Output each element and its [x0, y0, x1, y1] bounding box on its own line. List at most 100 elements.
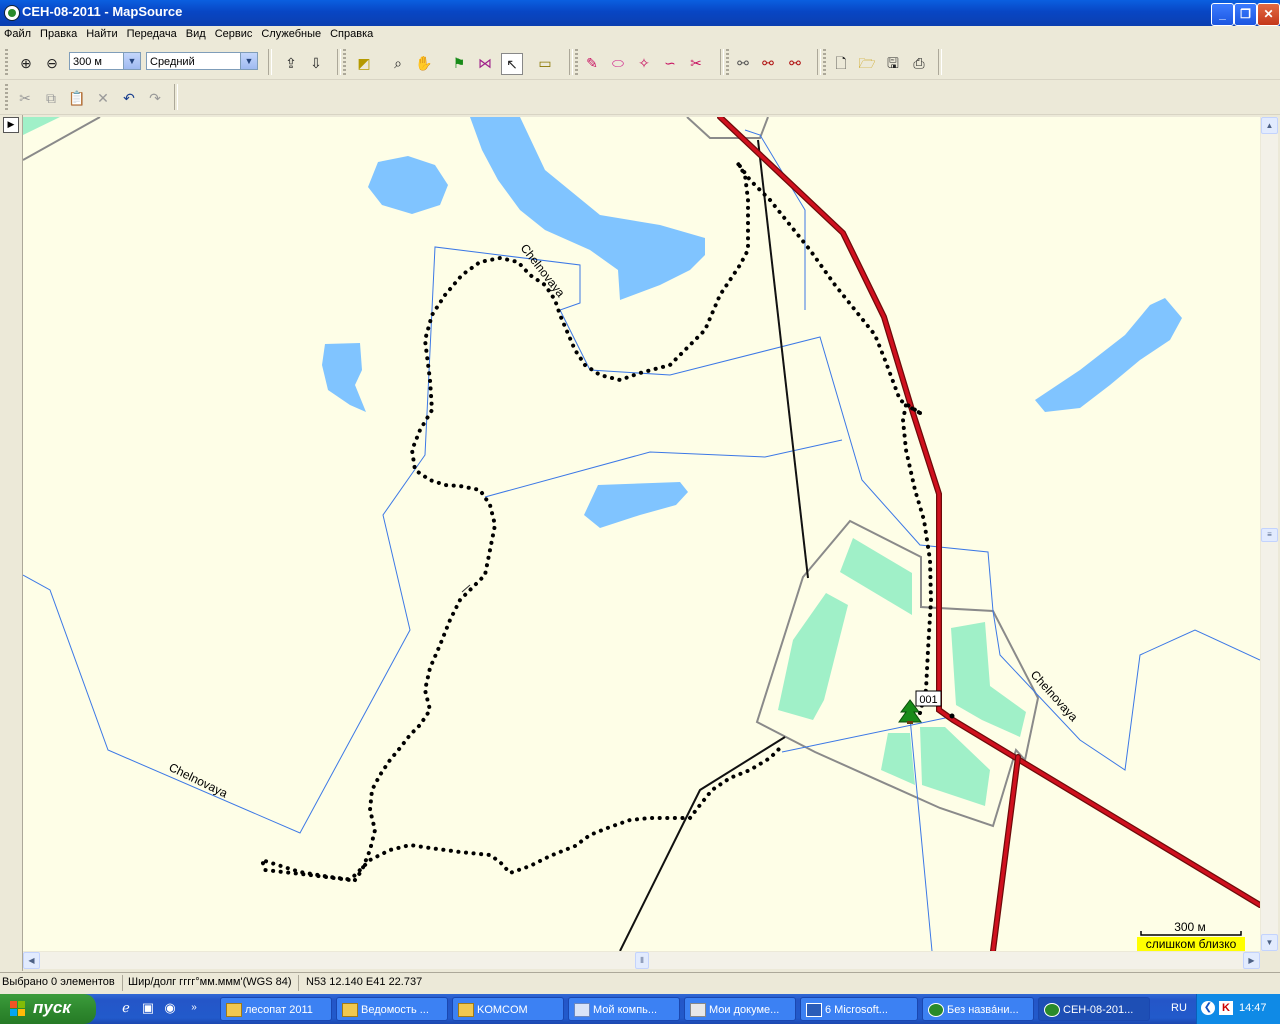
- globe-icon: [928, 1003, 944, 1017]
- zoom-out-icon[interactable]: ⊖: [42, 53, 62, 73]
- clock[interactable]: 14:47: [1239, 1002, 1267, 1014]
- print-icon[interactable]: ⎙: [909, 53, 929, 73]
- chevron-down-icon[interactable]: ▼: [123, 53, 140, 69]
- menu-edit[interactable]: Правка: [36, 26, 81, 42]
- find-address-icon[interactable]: ⚯: [785, 53, 805, 73]
- select-track-tool-icon[interactable]: ✧: [634, 53, 654, 73]
- horizontal-scrollbar[interactable]: ◀ ⦀ ▶: [23, 952, 1260, 969]
- redo-icon[interactable]: ↷: [145, 88, 165, 108]
- toolbar-separator: [720, 49, 724, 75]
- toolbar-separator: [938, 49, 942, 75]
- map-tool-icon[interactable]: ◩: [354, 53, 374, 73]
- undo-icon[interactable]: ↶: [119, 88, 139, 108]
- minimize-button[interactable]: _: [1211, 3, 1234, 26]
- taskbar-item-label: 6 Microsoft...: [825, 1004, 888, 1016]
- scroll-up-icon[interactable]: ▲: [1261, 117, 1278, 134]
- toolbar-separator: [337, 49, 341, 75]
- ie-icon[interactable]: ℯ: [118, 1000, 134, 1016]
- taskbar-item[interactable]: Мой компь...: [568, 997, 680, 1021]
- send-to-device-icon[interactable]: ⇩: [306, 53, 326, 73]
- zoom-in-icon[interactable]: ⊕: [16, 53, 36, 73]
- scroll-left-icon[interactable]: ◀: [23, 952, 40, 969]
- taskbar-item[interactable]: лесопат 2011: [220, 997, 332, 1021]
- eraser-tool-icon[interactable]: ⬭: [608, 53, 628, 73]
- toolbar-grip[interactable]: [575, 49, 578, 75]
- toolbar-separator: [174, 84, 178, 110]
- find-nearby-icon[interactable]: ⚯: [758, 53, 778, 73]
- selection-tool-icon[interactable]: ↖: [501, 53, 523, 75]
- measure-tool-icon[interactable]: ▭: [535, 53, 555, 73]
- detail-level-value: Средний: [150, 56, 195, 68]
- save-icon[interactable]: 🖫: [883, 53, 903, 73]
- expand-panel-button[interactable]: ▶: [3, 117, 19, 133]
- folder-icon: [342, 1003, 358, 1017]
- folder-icon: [458, 1003, 474, 1017]
- find-icon[interactable]: ⚯: [733, 53, 753, 73]
- map-view[interactable]: 001 Chelnovaya Chelnovaya Chelnovaya 300…: [23, 117, 1260, 951]
- open-folder-icon[interactable]: 🗁: [857, 53, 877, 73]
- quicklaunch-icon[interactable]: ▣: [140, 1000, 156, 1016]
- toolbar-grip[interactable]: [5, 84, 8, 110]
- antivirus-icon[interactable]: K: [1219, 1001, 1233, 1015]
- delete-icon[interactable]: ✕: [93, 88, 113, 108]
- detail-level-select[interactable]: Средний ▼: [146, 52, 258, 70]
- mapsource-app-icon[interactable]: [4, 5, 20, 21]
- taskbar-item-label: Без назвáни...: [947, 1004, 1019, 1016]
- maximize-button[interactable]: ❐: [1234, 3, 1257, 26]
- folder-icon: [226, 1003, 242, 1017]
- route-tool-icon[interactable]: ⋈: [475, 53, 495, 73]
- divide-track-tool-icon[interactable]: ✂: [686, 53, 706, 73]
- status-selection: Выбрано 0 элементов: [2, 976, 115, 988]
- scroll-down-icon[interactable]: ▼: [1261, 934, 1278, 951]
- toolbar-grip[interactable]: [5, 49, 8, 75]
- start-label: пуск: [33, 998, 71, 1017]
- taskbar-item[interactable]: Мои докуме...: [684, 997, 796, 1021]
- join-tracks-tool-icon[interactable]: ∽: [660, 53, 680, 73]
- taskbar-item-active[interactable]: СЕН-08-201...: [1038, 997, 1150, 1021]
- taskbar-item[interactable]: KOMCOM: [452, 997, 564, 1021]
- track-point: [918, 411, 922, 415]
- side-panel-collapsed: ▶: [0, 115, 23, 971]
- taskbar-item[interactable]: Ведомость ...: [336, 997, 448, 1021]
- paste-icon[interactable]: 📋: [67, 88, 87, 108]
- menu-transfer[interactable]: Передача: [123, 26, 181, 42]
- zoom-tool-icon[interactable]: ⌕: [388, 53, 408, 73]
- start-button[interactable]: пуск: [0, 994, 96, 1024]
- menu-view[interactable]: Вид: [182, 26, 210, 42]
- cut-icon[interactable]: ✂: [15, 88, 35, 108]
- toolbar-grip[interactable]: [343, 49, 346, 75]
- vertical-scrollbar[interactable]: ▲ ≡ ▼: [1261, 117, 1278, 951]
- status-bar: Выбрано 0 элементов Шир/долг гггг°мм.ммм…: [0, 972, 1280, 993]
- scroll-thumb[interactable]: ⦀: [635, 952, 649, 969]
- menu-find[interactable]: Найти: [82, 26, 121, 42]
- tray-arrow-icon[interactable]: ❮: [1201, 1001, 1215, 1015]
- scale-label: 300 м: [1174, 920, 1206, 934]
- system-tray: ❮ K 14:47: [1196, 994, 1280, 1024]
- menu-file[interactable]: Файл: [0, 26, 35, 42]
- menu-tools[interactable]: Сервис: [211, 26, 257, 42]
- zoom-scale-select[interactable]: 300 м ▼: [69, 52, 141, 70]
- taskbar-item[interactable]: 6 Microsoft...: [800, 997, 918, 1021]
- scroll-right-icon[interactable]: ▶: [1243, 952, 1260, 969]
- language-indicator[interactable]: RU: [1171, 1002, 1187, 1014]
- copy-icon[interactable]: ⧉: [41, 88, 61, 108]
- receive-from-device-icon[interactable]: ⇪: [281, 53, 301, 73]
- pencil-tool-icon[interactable]: ✎: [582, 53, 602, 73]
- taskbar-item[interactable]: Без назвáни...: [922, 997, 1034, 1021]
- toolbar-grip[interactable]: [726, 49, 729, 75]
- close-button[interactable]: ✕: [1257, 3, 1280, 26]
- menu-utilities[interactable]: Служебные: [257, 26, 325, 42]
- map-canvas[interactable]: 001 Chelnovaya Chelnovaya Chelnovaya 300…: [23, 117, 1260, 951]
- waypoint-tool-icon[interactable]: ⚑: [449, 53, 469, 73]
- chevron-down-icon[interactable]: ▼: [240, 53, 257, 69]
- title-bar[interactable]: СЕН-08-2011 - MapSource _ ❐ ✕: [0, 0, 1280, 26]
- scroll-thumb[interactable]: ≡: [1261, 528, 1278, 542]
- menu-help[interactable]: Справка: [326, 26, 377, 42]
- toolbar-grip[interactable]: [823, 49, 826, 75]
- hand-tool-icon[interactable]: ✋: [414, 53, 434, 73]
- new-file-icon[interactable]: 🗋: [831, 53, 851, 73]
- taskbar-item-label: лесопат 2011: [245, 1004, 313, 1016]
- documents-icon: [690, 1003, 706, 1017]
- quicklaunch-more-icon[interactable]: »: [186, 1000, 202, 1016]
- quicklaunch-icon[interactable]: ◉: [162, 1000, 178, 1016]
